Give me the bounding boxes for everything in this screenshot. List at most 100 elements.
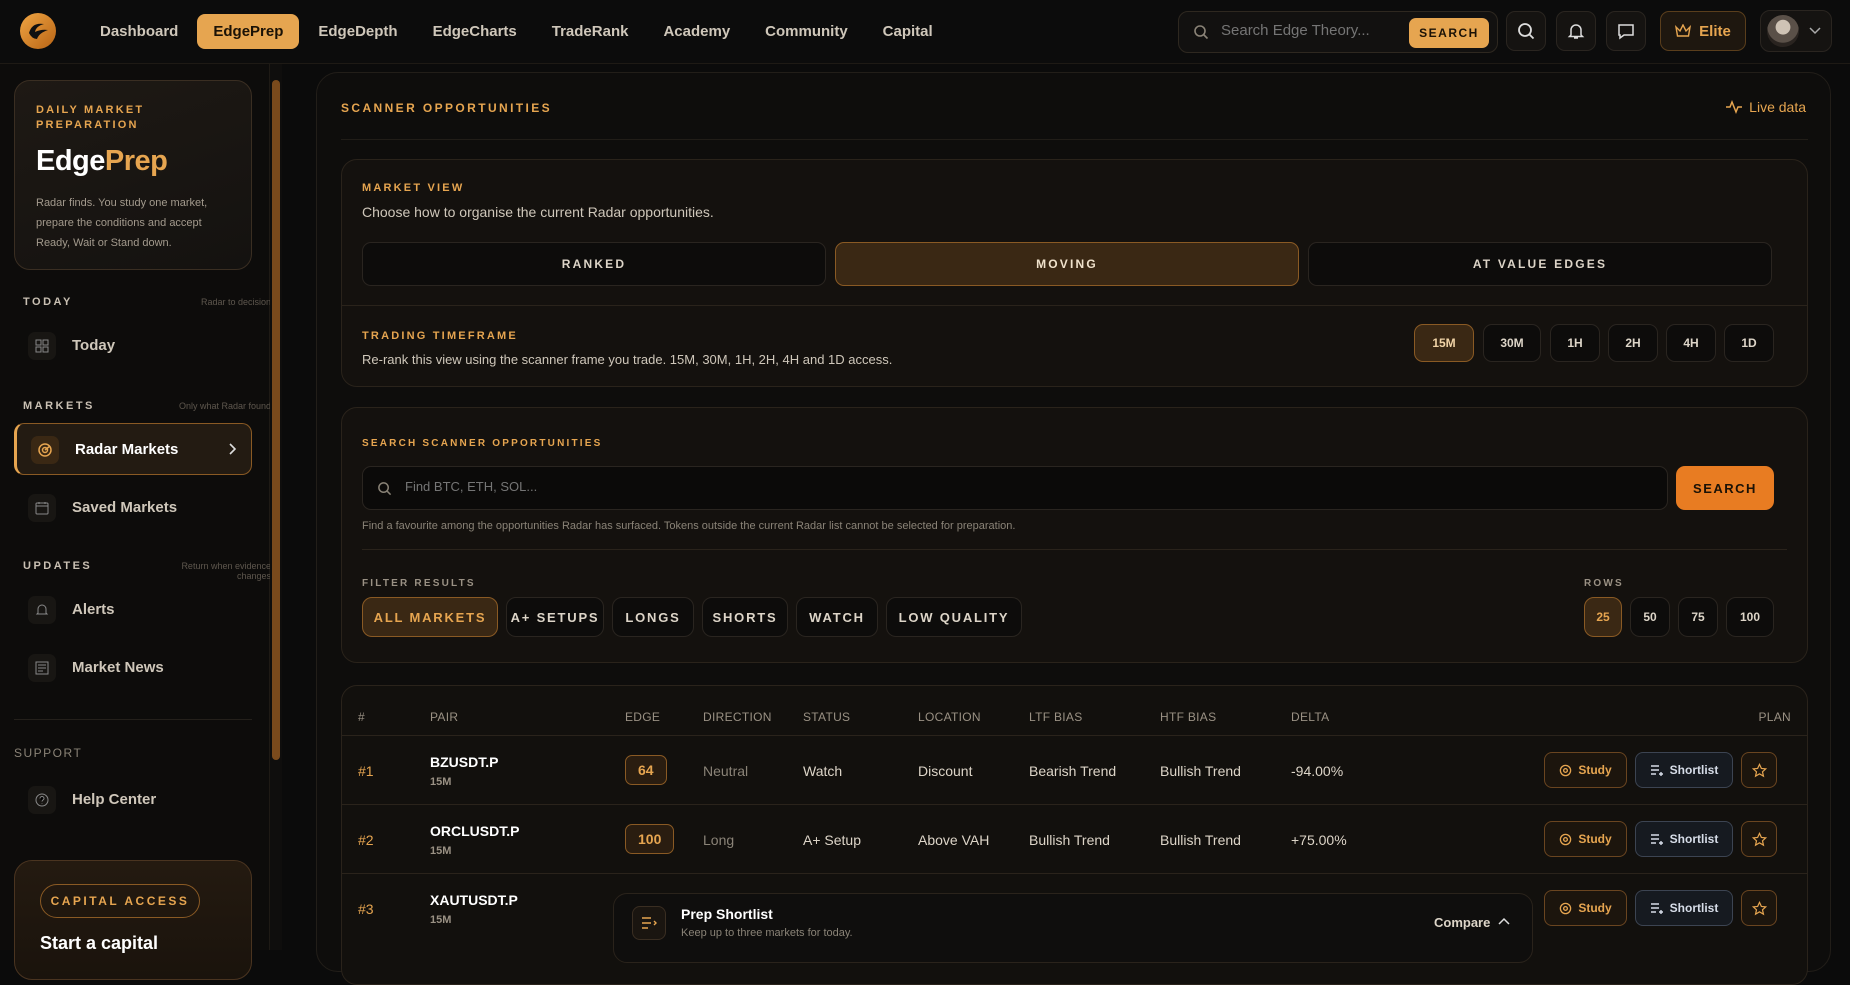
- shortlist-button[interactable]: Shortlist: [1635, 821, 1733, 857]
- table-row[interactable]: #1 BZUSDT.P 15M 64 Neutral Watch Discoun…: [342, 735, 1807, 804]
- filter-longs[interactable]: LONGS: [612, 597, 694, 637]
- nav-community[interactable]: Community: [749, 14, 864, 49]
- edge-theory-logo[interactable]: [20, 13, 56, 49]
- chevron-up-icon[interactable]: [1498, 917, 1510, 927]
- top-bar: Dashboard EdgePrep EdgeDepth EdgeCharts …: [0, 0, 1850, 64]
- list-add-icon: [1650, 765, 1663, 776]
- bell-icon: [1567, 24, 1585, 39]
- chevron-right-icon: [229, 443, 237, 455]
- row-ltf-bias: Bullish Trend: [1029, 832, 1110, 848]
- nav-traderank[interactable]: TradeRank: [536, 14, 645, 49]
- search-button[interactable]: [1506, 11, 1546, 51]
- sidebar-item-today[interactable]: Today: [14, 320, 252, 372]
- view-ranked[interactable]: RANKED: [362, 242, 826, 286]
- timeframe-subtitle: Re-rank this view using the scanner fram…: [362, 352, 893, 367]
- nav-dashboard[interactable]: Dashboard: [84, 14, 194, 49]
- target-icon: [1560, 833, 1572, 845]
- nav-edgedepth[interactable]: EdgeDepth: [302, 14, 413, 49]
- capital-access-pill[interactable]: CAPITAL ACCESS: [40, 884, 200, 918]
- nav-academy[interactable]: Academy: [647, 14, 746, 49]
- help-icon: [28, 786, 56, 814]
- filter-all-markets[interactable]: ALL MARKETS: [362, 597, 498, 637]
- tf-1d[interactable]: 1D: [1724, 324, 1774, 362]
- support-heading: SUPPORT: [14, 746, 83, 760]
- rows-100[interactable]: 100: [1726, 597, 1774, 637]
- rows-25[interactable]: 25: [1584, 597, 1622, 637]
- sidebar-item-saved-markets[interactable]: Saved Markets: [14, 482, 252, 534]
- col-plan: PLAN: [1758, 710, 1791, 724]
- shortlist-button[interactable]: Shortlist: [1635, 752, 1733, 788]
- avatar: [1767, 15, 1799, 47]
- filter-shorts[interactable]: SHORTS: [702, 597, 788, 637]
- live-data-indicator[interactable]: Live data: [1725, 99, 1806, 115]
- tf-1h[interactable]: 1H: [1550, 324, 1600, 362]
- table-row[interactable]: #2 ORCLUSDT.P 15M 100 Long A+ Setup Abov…: [342, 804, 1807, 873]
- row-ltf-bias: Bearish Trend: [1029, 763, 1117, 779]
- elite-label: Elite: [1699, 22, 1731, 40]
- market-view-label: MARKET VIEW: [362, 182, 465, 194]
- rows-75[interactable]: 75: [1678, 597, 1718, 637]
- top-search-button[interactable]: SEARCH: [1409, 18, 1489, 48]
- col-delta[interactable]: DELTA: [1291, 710, 1329, 724]
- row-pair[interactable]: BZUSDT.P: [430, 754, 498, 770]
- favourite-button[interactable]: [1741, 752, 1777, 788]
- shortlist-icon: [632, 906, 666, 940]
- study-label: Study: [1578, 901, 1612, 915]
- notifications-button[interactable]: [1556, 11, 1596, 51]
- main-nav: Dashboard EdgePrep EdgeDepth EdgeCharts …: [84, 14, 952, 49]
- row-pair[interactable]: XAUTUSDT.P: [430, 892, 518, 908]
- prep-shortlist-dock: Prep Shortlist Keep up to three markets …: [613, 893, 1533, 963]
- brand-title: EdgePrep: [36, 145, 168, 178]
- study-button[interactable]: Study: [1544, 821, 1627, 857]
- sidebar-scrollbar[interactable]: [270, 64, 282, 950]
- tf-2h[interactable]: 2H: [1608, 324, 1658, 362]
- sidebar-item-help-center[interactable]: Help Center: [14, 774, 252, 826]
- filter-low-quality[interactable]: LOW QUALITY: [886, 597, 1022, 637]
- tf-30m[interactable]: 30M: [1483, 324, 1541, 362]
- rows-50[interactable]: 50: [1630, 597, 1670, 637]
- star-icon: [1751, 762, 1767, 777]
- shortlist-button[interactable]: Shortlist: [1635, 890, 1733, 926]
- col-edge[interactable]: EDGE: [625, 710, 660, 724]
- sidebar-item-label: Saved Markets: [72, 499, 178, 516]
- markets-heading: MARKETS Only what Radar found: [23, 400, 271, 412]
- scanner-search-button[interactable]: SEARCH: [1676, 466, 1774, 510]
- row-location: Discount: [918, 763, 973, 779]
- view-moving[interactable]: MOVING: [835, 242, 1299, 286]
- sidebar-item-radar-markets[interactable]: Radar Markets: [14, 423, 252, 475]
- favourite-button[interactable]: [1741, 890, 1777, 926]
- row-pair[interactable]: ORCLUSDT.P: [430, 823, 519, 839]
- col-ltf-bias[interactable]: LTF BIAS: [1029, 710, 1083, 724]
- today-heading: TODAY Radar to decision: [23, 296, 271, 308]
- tf-15m[interactable]: 15M: [1414, 324, 1474, 362]
- study-button[interactable]: Study: [1544, 752, 1627, 788]
- search-note: Find a favourite among the opportunities…: [362, 520, 1016, 532]
- favourite-button[interactable]: [1741, 821, 1777, 857]
- nav-capital[interactable]: Capital: [867, 14, 949, 49]
- compare-button[interactable]: Compare: [1434, 915, 1490, 930]
- scanner-search-input[interactable]: [405, 479, 905, 494]
- top-search-input[interactable]: [1221, 22, 1401, 39]
- filter-watch[interactable]: WATCH: [796, 597, 878, 637]
- col-htf-bias[interactable]: HTF BIAS: [1160, 710, 1216, 724]
- dock-subtitle: Keep up to three markets for today.: [681, 927, 853, 939]
- col-location[interactable]: LOCATION: [918, 710, 981, 724]
- tf-4h[interactable]: 4H: [1666, 324, 1716, 362]
- view-at-value-edges[interactable]: AT VALUE EDGES: [1308, 242, 1772, 286]
- sidebar-item-market-news[interactable]: Market News: [14, 642, 252, 694]
- col-status[interactable]: STATUS: [803, 710, 850, 724]
- messages-button[interactable]: [1606, 11, 1646, 51]
- row-direction: Neutral: [703, 763, 749, 779]
- brand-description: Radar finds. You study one market, prepa…: [36, 197, 208, 249]
- filter-a-plus-setups[interactable]: A+ SETUPS: [506, 597, 604, 637]
- study-button[interactable]: Study: [1544, 890, 1627, 926]
- col-direction[interactable]: DIRECTION: [703, 710, 772, 724]
- nav-edgeprep[interactable]: EdgePrep: [197, 14, 300, 49]
- nav-edgecharts[interactable]: EdgeCharts: [417, 14, 533, 49]
- sidebar-item-alerts[interactable]: Alerts: [14, 584, 252, 636]
- elite-button[interactable]: Elite: [1660, 11, 1746, 51]
- profile-menu[interactable]: [1760, 10, 1832, 52]
- col-pair[interactable]: PAIR: [430, 710, 458, 724]
- row-rank: #3: [358, 901, 374, 917]
- scrollbar-thumb[interactable]: [272, 80, 280, 760]
